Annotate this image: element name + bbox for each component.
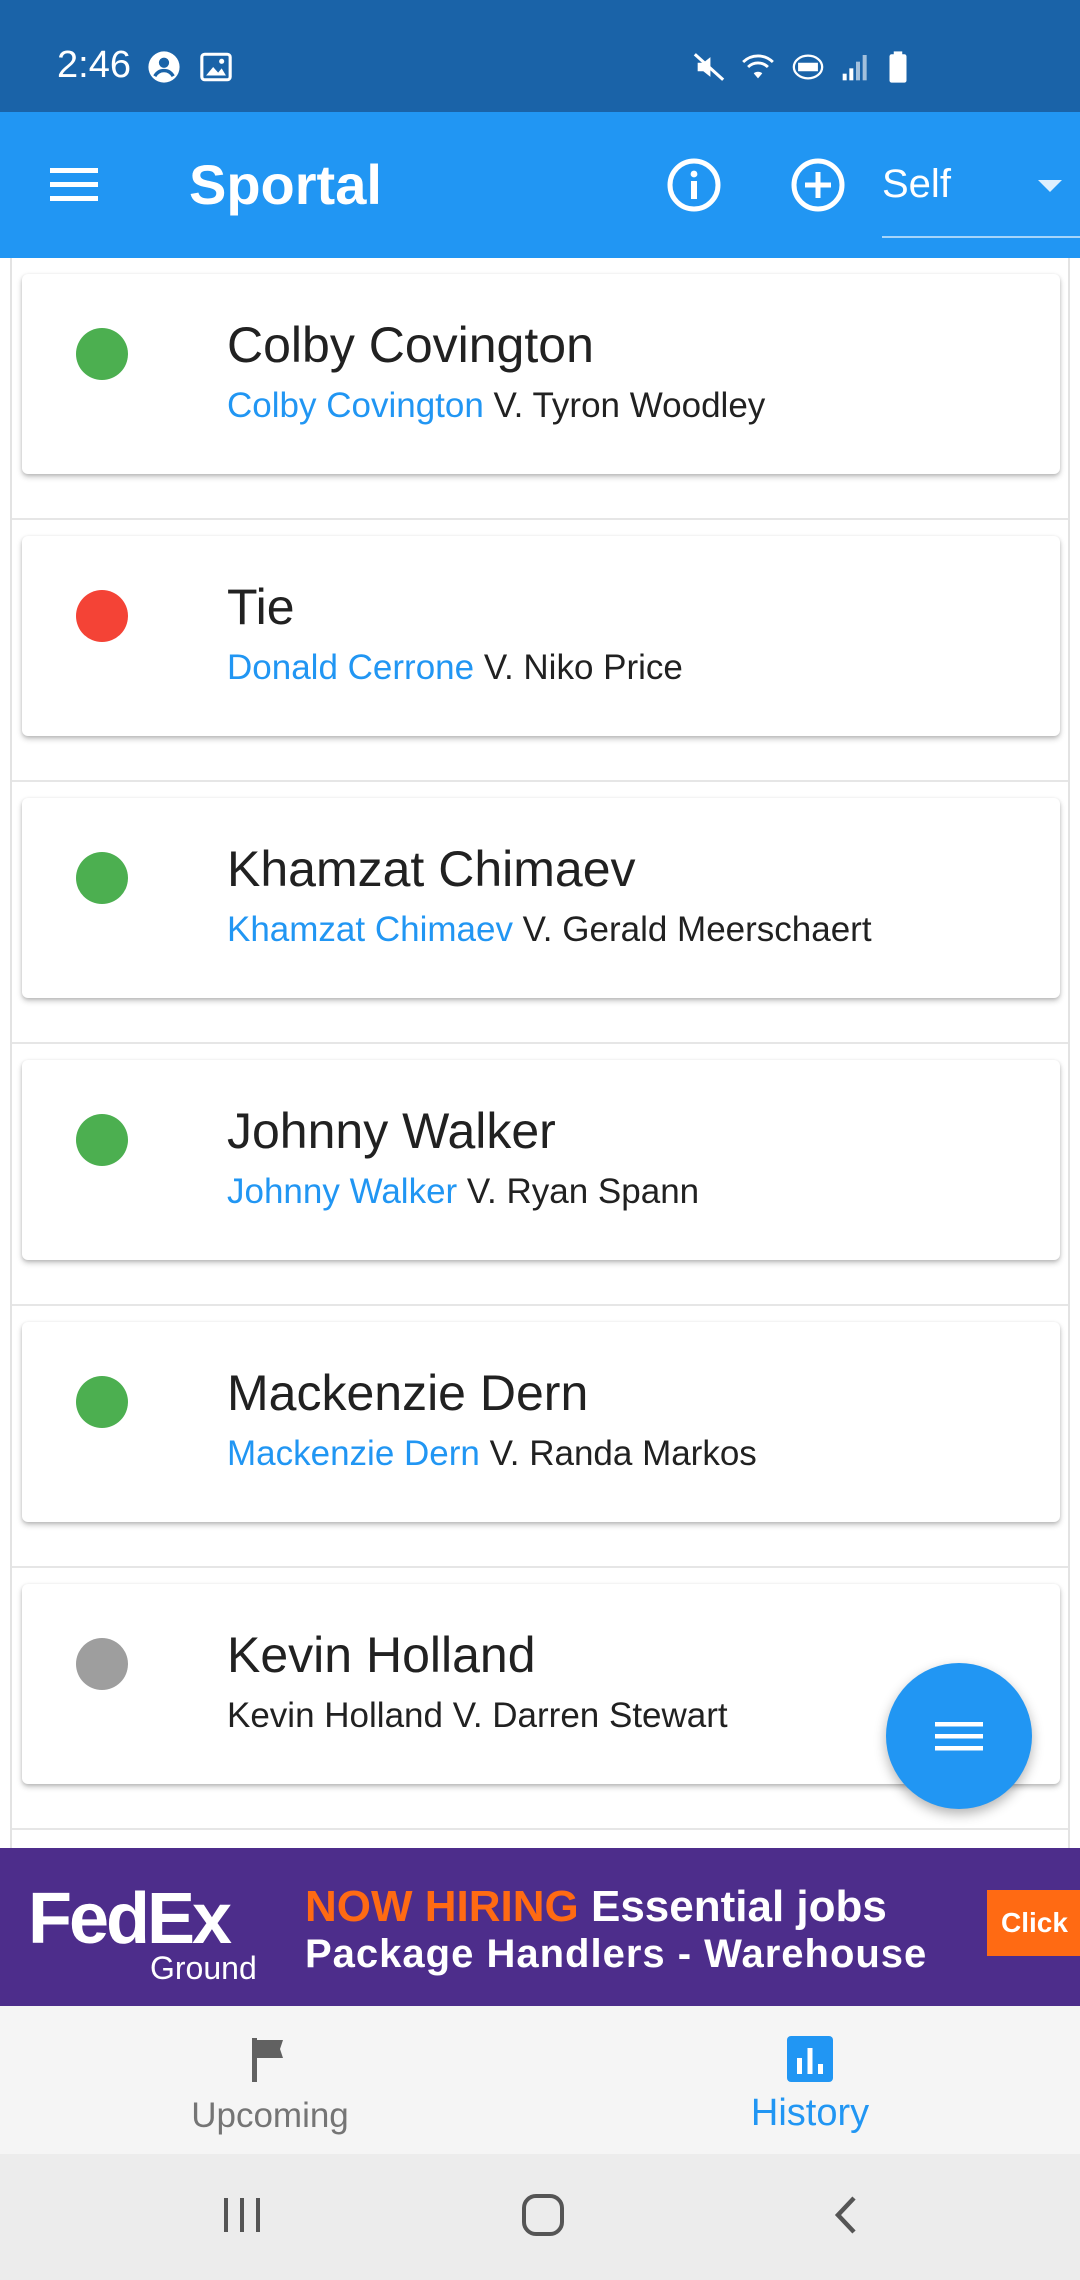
fight-result-title: Mackenzie Dern [227,1365,589,1421]
result-status-dot [76,1376,128,1428]
fighter-b: Gerald Meerschaert [562,910,872,949]
fight-card[interactable]: Tie Donald Cerrone V. Niko Price [22,536,1060,736]
list-item: Mackenzie Dern Mackenzie Dern V. Randa M… [12,1306,1068,1568]
versus-separator: V. [483,386,533,425]
ad-logo-sub: Ground [150,1950,257,1986]
tab-upcoming-label: Upcoming [191,2096,349,2135]
add-circle-icon [791,158,845,212]
recent-apps-button[interactable] [220,2192,264,2243]
versus-separator: V. [512,910,563,949]
ad-headline: NOW HIRING Essential jobs [305,1882,887,1932]
fight-card[interactable]: Johnny Walker Johnny Walker V. Ryan Span… [22,1060,1060,1260]
mute-icon [692,50,726,84]
hamburger-menu-icon [50,168,98,201]
status-bar: 2:46 [0,0,1080,112]
fight-history-list[interactable]: Colby Covington Colby Covington V. Tyron… [10,258,1070,1848]
fighter-a: Johnny Walker [227,1172,458,1211]
profile-select[interactable]: Self [882,142,1080,238]
ad-logo: FedEx [28,1879,232,1959]
flag-icon [246,2034,294,2089]
tab-history[interactable]: History [540,2006,1080,2154]
fight-result-title: Tie [227,579,295,635]
wifi-icon [740,50,776,84]
ad-subline: Package Handlers - Warehouse [305,1932,928,1976]
home-icon [522,2194,564,2236]
fight-matchup: Johnny Walker V. Ryan Spann [227,1172,699,1212]
dropdown-arrow-icon [1038,180,1062,192]
menu-icon [935,1722,983,1751]
tab-upcoming[interactable]: Upcoming [0,2006,540,2154]
versus-separator: V. [457,1172,507,1211]
result-status-dot [76,590,128,642]
ad-cta-button[interactable]: Click [987,1890,1080,1956]
list-divider [12,1828,1068,1830]
info-button[interactable] [666,157,722,213]
home-button[interactable] [520,2192,566,2243]
ad-highlight: NOW HIRING [305,1882,579,1931]
fight-result-title: Khamzat Chimaev [227,841,636,897]
fight-result-title: Kevin Holland [227,1627,536,1683]
back-icon [834,2196,856,2234]
versus-separator: V. [442,1696,493,1735]
status-time: 2:46 [57,44,131,86]
fight-card[interactable]: Mackenzie Dern Mackenzie Dern V. Randa M… [22,1322,1060,1522]
result-status-dot [76,328,128,380]
fight-matchup: Kevin Holland V. Darren Stewart [227,1696,728,1736]
account-icon [147,50,181,84]
result-status-dot [76,1638,128,1690]
fighter-b: Tyron Woodley [532,386,766,425]
versus-separator: V. [474,648,524,687]
app-title: Sportal [189,153,382,216]
fight-matchup: Donald Cerrone V. Niko Price [227,648,683,688]
fight-card[interactable]: Khamzat Chimaev Khamzat Chimaev V. Geral… [22,798,1060,998]
fighter-a: Khamzat Chimaev [227,910,513,949]
volte-icon [790,50,826,84]
fighter-b: Niko Price [523,648,683,687]
fight-matchup: Colby Covington V. Tyron Woodley [227,386,765,426]
fighter-b: Darren Stewart [492,1696,728,1735]
list-item: Colby Covington Colby Covington V. Tyron… [12,258,1068,520]
fighter-a: Kevin Holland [227,1696,443,1735]
signal-icon [840,50,872,84]
ad-banner[interactable]: FedEx Ground NOW HIRING Essential jobs P… [0,1848,1080,2006]
list-item: Johnny Walker Johnny Walker V. Ryan Span… [12,1044,1068,1306]
fighter-a: Donald Cerrone [227,648,475,687]
battery-icon [886,50,910,84]
info-icon [667,158,721,212]
image-icon [199,50,233,84]
result-status-dot [76,852,128,904]
versus-separator: V. [479,1434,530,1473]
list-item: Khamzat Chimaev Khamzat Chimaev V. Geral… [12,782,1068,1044]
back-button[interactable] [826,2192,866,2243]
bar-chart-icon [785,2034,835,2089]
fab-menu-button[interactable] [886,1663,1032,1809]
add-button[interactable] [790,157,846,213]
fight-result-title: Johnny Walker [227,1103,556,1159]
profile-select-value: Self [882,162,951,206]
result-status-dot [76,1114,128,1166]
status-right-icons [692,50,910,84]
fight-matchup: Mackenzie Dern V. Randa Markos [227,1434,757,1474]
system-navigation-bar [0,2154,1080,2280]
tab-history-label: History [750,2092,870,2134]
fighter-b: Ryan Spann [506,1172,700,1211]
app-bar: Sportal Self [0,112,1080,258]
fighter-b: Randa Markos [529,1434,757,1473]
fighter-a: Colby Covington [227,386,484,425]
fight-card[interactable]: Colby Covington Colby Covington V. Tyron… [22,274,1060,474]
status-left-icons [147,50,233,84]
list-item: Tie Donald Cerrone V. Niko Price [12,520,1068,782]
ad-headline-rest: Essential jobs [578,1882,887,1931]
fight-result-title: Colby Covington [227,317,594,373]
menu-button[interactable] [46,160,102,210]
fighter-a: Mackenzie Dern [227,1434,480,1473]
fight-matchup: Khamzat Chimaev V. Gerald Meerschaert [227,910,872,950]
recent-apps-icon [224,2198,260,2232]
bottom-navigation: Upcoming History [0,2006,1080,2154]
